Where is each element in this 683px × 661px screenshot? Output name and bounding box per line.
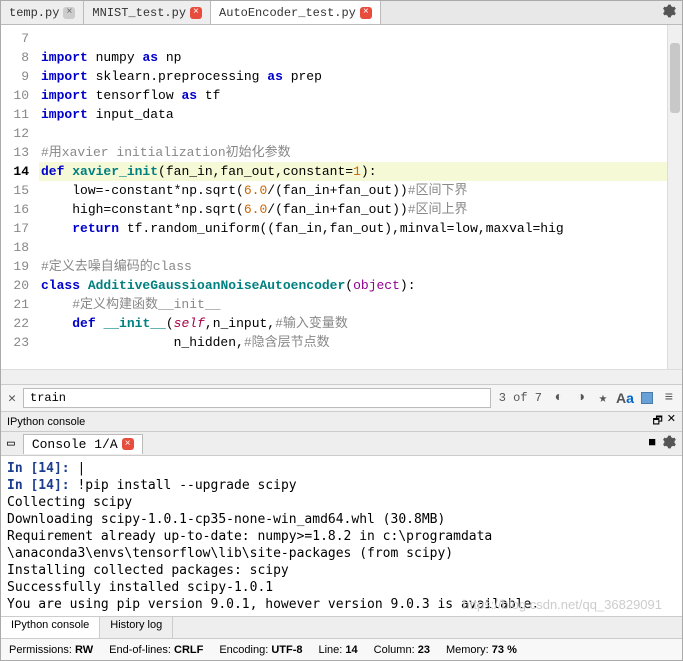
tab-label: temp.py — [9, 6, 59, 20]
search-input[interactable] — [23, 388, 491, 408]
bottom-tab-bar: IPython console History log https://blog… — [1, 616, 682, 638]
gear-icon[interactable] — [662, 7, 676, 22]
close-icon[interactable]: ✕ — [667, 412, 676, 431]
next-match-icon[interactable]: ◑ — [572, 389, 590, 407]
line-gutter: 7891011121314151617181920212223 — [1, 25, 39, 369]
tab-history-log[interactable]: History log — [100, 617, 173, 638]
status-eol: End-of-lines: CRLF — [109, 644, 203, 656]
code-content[interactable]: import numpy as npimport sklearn.preproc… — [39, 25, 667, 369]
console-tab[interactable]: Console 1/A × — [23, 434, 143, 454]
prev-match-icon[interactable]: ◐ — [550, 389, 568, 407]
regex-icon[interactable] — [638, 389, 656, 407]
whole-word-icon[interactable]: Aa — [616, 389, 634, 407]
close-icon[interactable]: × — [63, 7, 75, 19]
case-icon[interactable]: ★ — [594, 389, 612, 407]
tab-label: Console 1/A — [32, 437, 118, 452]
vertical-scrollbar[interactable] — [667, 25, 682, 369]
tab-temp[interactable]: temp.py × — [1, 1, 84, 24]
undock-icon[interactable]: 🗗 — [652, 412, 662, 431]
panel-title: IPython console — [7, 416, 85, 428]
status-permissions: Permissions: RW — [9, 644, 93, 656]
highlight-icon[interactable]: ≡ — [660, 389, 678, 407]
editor-tab-bar: temp.py × MNIST_test.py × AutoEncoder_te… — [1, 1, 682, 25]
match-count: 3 of 7 — [495, 391, 546, 405]
tab-autoencoder[interactable]: AutoEncoder_test.py × — [211, 1, 381, 24]
stop-icon[interactable]: ■ — [648, 435, 656, 453]
close-icon[interactable]: × — [360, 7, 372, 19]
code-editor[interactable]: 7891011121314151617181920212223 import n… — [1, 25, 682, 369]
status-memory: Memory: 73 % — [446, 644, 517, 656]
find-bar: ✕ 3 of 7 ◐ ◑ ★ Aa ≡ — [1, 384, 682, 412]
ipython-panel-header: IPython console 🗗 ✕ — [1, 412, 682, 432]
status-column: Column: 23 — [374, 644, 430, 656]
close-icon[interactable]: × — [122, 438, 134, 450]
status-line: Line: 14 — [319, 644, 358, 656]
tab-ipython-console[interactable]: IPython console — [1, 617, 100, 638]
tab-label: AutoEncoder_test.py — [219, 6, 356, 20]
console-tab-bar: ▭ Console 1/A × ■ — [1, 432, 682, 456]
close-icon[interactable]: ✕ — [5, 391, 19, 406]
status-bar: Permissions: RW End-of-lines: CRLF Encod… — [1, 638, 682, 660]
close-icon[interactable]: × — [190, 7, 202, 19]
console-output[interactable]: In [14]: |In [14]: !pip install --upgrad… — [1, 456, 682, 616]
tab-mnist[interactable]: MNIST_test.py × — [84, 1, 211, 24]
tab-label: MNIST_test.py — [92, 6, 186, 20]
status-encoding: Encoding: UTF-8 — [219, 644, 302, 656]
gear-icon[interactable] — [662, 435, 676, 453]
horizontal-scrollbar[interactable] — [1, 369, 682, 384]
browse-tabs-icon[interactable]: ▭ — [1, 436, 21, 451]
